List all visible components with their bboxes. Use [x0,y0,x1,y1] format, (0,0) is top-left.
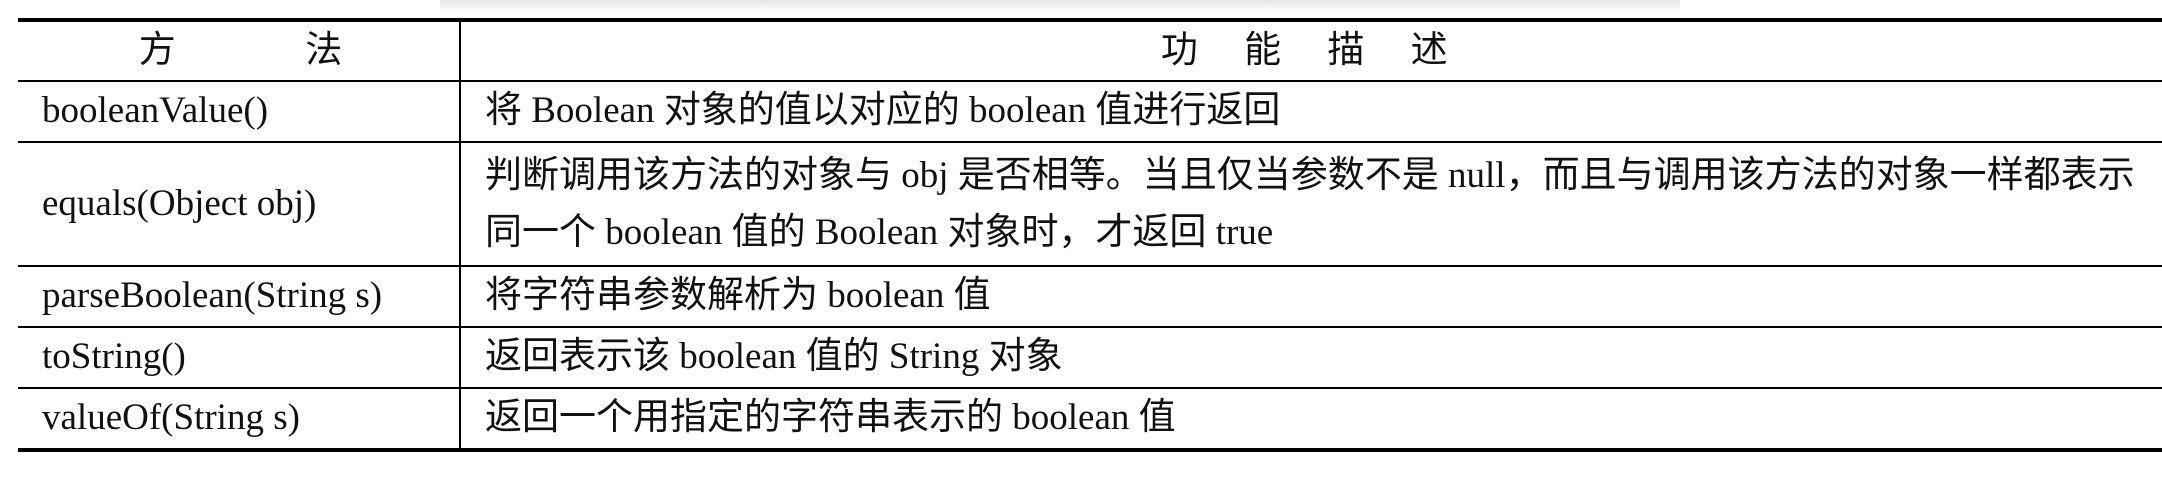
table-row: booleanValue() 将 Boolean 对象的值以对应的 boolea… [18,80,2162,143]
scan-smudge [440,0,1680,12]
page: 方 法 功 能 描 述 booleanValue() 将 Boolean 对象的… [0,0,2162,500]
description-cell: 将 Boolean 对象的值以对应的 boolean 值进行返回 [459,80,2162,143]
table-row: valueOf(String s) 返回一个用指定的字符串表示的 boolean… [18,387,2162,451]
description-cell: 返回表示该 boolean 值的 String 对象 [459,326,2162,389]
table-row: parseBoolean(String s) 将字符串参数解析为 boolean… [18,265,2162,328]
description-cell: 判断调用该方法的对象与 obj 是否相等。当且仅当参数不是 null，而且与调用… [459,141,2162,267]
description-cell: 返回一个用指定的字符串表示的 boolean 值 [459,387,2162,451]
method-cell: valueOf(String s) [18,387,460,451]
table-row: toString() 返回表示该 boolean 值的 String 对象 [18,326,2162,389]
description-cell: 将字符串参数解析为 boolean 值 [459,265,2162,328]
method-cell: equals(Object obj) [18,141,460,267]
method-cell: parseBoolean(String s) [18,265,460,328]
method-cell: toString() [18,326,460,389]
table-row: equals(Object obj) 判断调用该方法的对象与 obj 是否相等。… [18,141,2162,267]
methods-table: 方 法 功 能 描 述 booleanValue() 将 Boolean 对象的… [18,18,2162,452]
header-row: 方 法 功 能 描 述 [18,19,2162,82]
method-cell: booleanValue() [18,80,460,143]
header-description: 功 能 描 述 [459,19,2162,82]
header-method: 方 法 [18,19,460,82]
